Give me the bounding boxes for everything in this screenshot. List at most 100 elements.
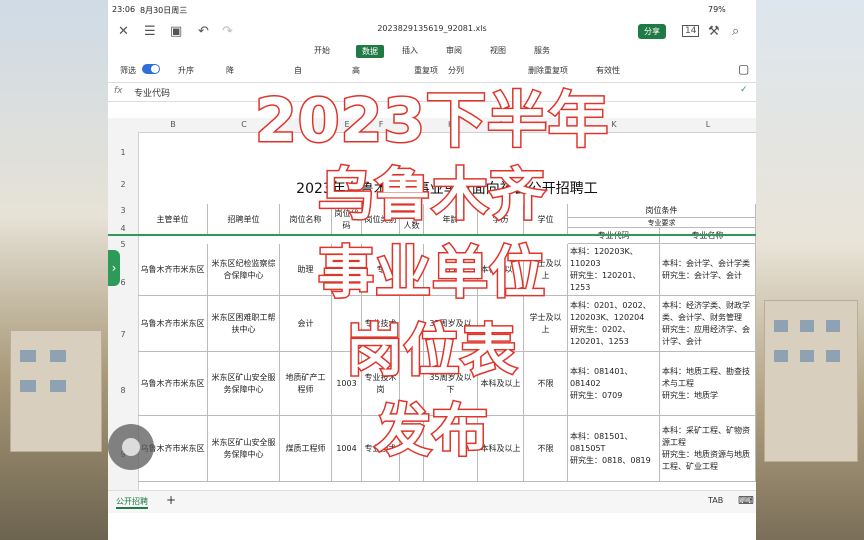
table-cell-edu[interactable]	[478, 296, 524, 352]
table-cell-recruit-num[interactable]	[400, 244, 424, 296]
sort-desc-button[interactable]: 降	[226, 65, 234, 76]
table-cell-recruit-unit[interactable]: 米东区纪检监察综合保障中心	[208, 244, 280, 296]
table-cell-age[interactable]	[424, 416, 478, 482]
column-header[interactable]: K	[568, 120, 660, 129]
header-major-req[interactable]: 专业要求	[568, 218, 756, 228]
header-major-code[interactable]: 专业代码	[568, 228, 660, 244]
table-cell-post-type[interactable]: 专	[362, 244, 400, 296]
tab-insert[interactable]: 插入	[402, 45, 418, 56]
page-count[interactable]: 14	[682, 25, 700, 37]
column-header[interactable]: H	[424, 120, 478, 129]
expand-icon[interactable]: ▢	[738, 62, 749, 76]
table-cell-recruit-unit[interactable]: 米东区矿山安全服务保障中心	[208, 416, 280, 482]
sort-asc-button[interactable]: 升序	[178, 65, 194, 76]
table-cell-post-type[interactable]: 专业技术岗	[362, 352, 400, 416]
column-header[interactable]: C	[208, 120, 280, 129]
row-header[interactable]: 1	[108, 148, 138, 157]
assistive-touch-button[interactable]	[108, 424, 154, 470]
side-panel-handle[interactable]: ›	[108, 250, 120, 286]
table-cell-degree[interactable]: 学士及以上	[524, 244, 568, 296]
tab-data[interactable]: 数据	[356, 45, 384, 58]
table-cell-degree[interactable]: 学士及以上	[524, 296, 568, 352]
column-header[interactable]: J	[524, 120, 568, 129]
table-cell-main-unit[interactable]: 乌鲁木齐市米东区	[138, 244, 208, 296]
tab-review[interactable]: 审阅	[446, 45, 462, 56]
table-cell-post-type[interactable]: 专业技术	[362, 416, 400, 482]
header-recruit-unit[interactable]: 招聘单位	[208, 204, 280, 236]
table-cell-recruit-unit[interactable]: 米东区矿山安全服务保障中心	[208, 352, 280, 416]
sheet-tab-public[interactable]: 公开招聘	[116, 496, 148, 509]
tab-start[interactable]: 开始	[314, 45, 330, 56]
tab-service[interactable]: 服务	[534, 45, 550, 56]
table-cell-recruit-num[interactable]	[400, 352, 424, 416]
ribbon-item-5[interactable]: 删除重复项	[528, 65, 568, 76]
table-cell-edu[interactable]: 本科及以上	[478, 244, 524, 296]
table-cell-degree[interactable]: 不限	[524, 352, 568, 416]
header-degree[interactable]: 学位	[524, 204, 568, 236]
ribbon-item-4[interactable]: 分列	[448, 65, 464, 76]
header-recruit-num[interactable]: 招聘人数	[400, 204, 424, 236]
table-cell-post-code[interactable]	[332, 296, 362, 352]
header-post-name[interactable]: 岗位名称	[280, 204, 332, 236]
table-cell-age[interactable]: 35周岁及以下	[424, 352, 478, 416]
column-header[interactable]: G	[400, 120, 424, 129]
ribbon-item-3[interactable]: 重复项	[414, 65, 438, 76]
table-cell-major-code[interactable]: 本科：120203K、110203 研究生：120201、1253	[568, 244, 660, 296]
tools-icon[interactable]: ⚒	[708, 24, 720, 39]
table-cell-major-name[interactable]: 本科：地质工程、勘查技术与工程 研究生：地质学	[660, 352, 756, 416]
table-cell-edu[interactable]: 本科及以上	[478, 352, 524, 416]
header-post-code[interactable]: 岗位代码	[332, 204, 362, 236]
row-header[interactable]: 4	[108, 224, 138, 233]
ribbon-item-2[interactable]: 高	[352, 65, 360, 76]
confirm-icon[interactable]: ✓	[740, 85, 748, 95]
table-cell-post-code[interactable]	[332, 244, 362, 296]
table-cell-age[interactable]: 35	[424, 244, 478, 296]
table-cell-major-code[interactable]: 本科：081501、081505T 研究生：0818、0819	[568, 416, 660, 482]
table-cell-main-unit[interactable]: 乌鲁木齐市米东区	[138, 352, 208, 416]
row-header[interactable]: 8	[108, 386, 138, 395]
header-main-unit[interactable]: 主管单位	[138, 204, 208, 236]
header-post-type[interactable]: 岗位类别	[362, 204, 400, 236]
column-header[interactable]: I	[478, 120, 524, 129]
table-cell-degree[interactable]: 不限	[524, 416, 568, 482]
column-header[interactable]: E	[332, 120, 362, 129]
table-cell-main-unit[interactable]: 乌鲁木齐市米东区	[138, 296, 208, 352]
search-icon[interactable]: ⌕	[732, 24, 739, 39]
add-sheet-button[interactable]: +	[166, 493, 176, 507]
table-cell-post-code[interactable]: 1003	[332, 352, 362, 416]
table-cell-post-name[interactable]: 会计	[280, 296, 332, 352]
table-cell-post-code[interactable]: 1004	[332, 416, 362, 482]
table-cell-post-type[interactable]: 专业技术	[362, 296, 400, 352]
column-header[interactable]: B	[138, 120, 208, 129]
row-header[interactable]: 3	[108, 206, 138, 215]
header-major-name[interactable]: 专业名称	[660, 228, 756, 244]
table-cell-major-code[interactable]: 本科：0201、0202、120203K、120204 研究生：0202、120…	[568, 296, 660, 352]
table-cell-recruit-num[interactable]	[400, 296, 424, 352]
table-cell-edu[interactable]: 本科及以上	[478, 416, 524, 482]
sheet-grid[interactable]: B C D E F G H I J K L 1 2 3 4 5 6 7 8 9 …	[108, 118, 756, 490]
column-header[interactable]: F	[362, 120, 400, 129]
filter-toggle[interactable]	[142, 64, 160, 74]
table-cell-recruit-unit[interactable]: 米东区困难职工帮扶中心	[208, 296, 280, 352]
table-cell-major-name[interactable]: 本科：会计学、会计学类 研究生：会计学、会计	[660, 244, 756, 296]
keyboard-icon[interactable]: ⌨	[738, 494, 754, 507]
header-edu[interactable]: 学历	[478, 204, 524, 236]
ribbon-item-1[interactable]: 自	[294, 65, 302, 76]
ribbon-item-6[interactable]: 有效性	[596, 65, 620, 76]
share-button[interactable]: 分享	[638, 24, 666, 39]
tab-key-button[interactable]: TAB	[708, 496, 723, 505]
table-cell-recruit-num[interactable]	[400, 416, 424, 482]
table-cell-major-name[interactable]: 本科：采矿工程、矿物资源工程 研究生：地质资源与地质工程、矿业工程	[660, 416, 756, 482]
tab-view[interactable]: 视图	[490, 45, 506, 56]
row-header[interactable]: 2	[108, 180, 138, 189]
row-header[interactable]: 5	[108, 240, 138, 249]
table-cell-post-name[interactable]: 助理	[280, 244, 332, 296]
column-header[interactable]: L	[660, 120, 756, 129]
table-cell-major-code[interactable]: 本科：081401、081402 研究生：0709	[568, 352, 660, 416]
row-header[interactable]: 7	[108, 330, 138, 339]
formula-input[interactable]: 专业代码	[134, 86, 170, 99]
table-cell-post-name[interactable]: 地质矿产工程师	[280, 352, 332, 416]
column-header[interactable]: D	[280, 120, 332, 129]
table-cell-post-name[interactable]: 煤质工程师	[280, 416, 332, 482]
sheet-title[interactable]: 2023年乌鲁木齐市事业单位面向社会公开招聘工	[138, 174, 756, 204]
